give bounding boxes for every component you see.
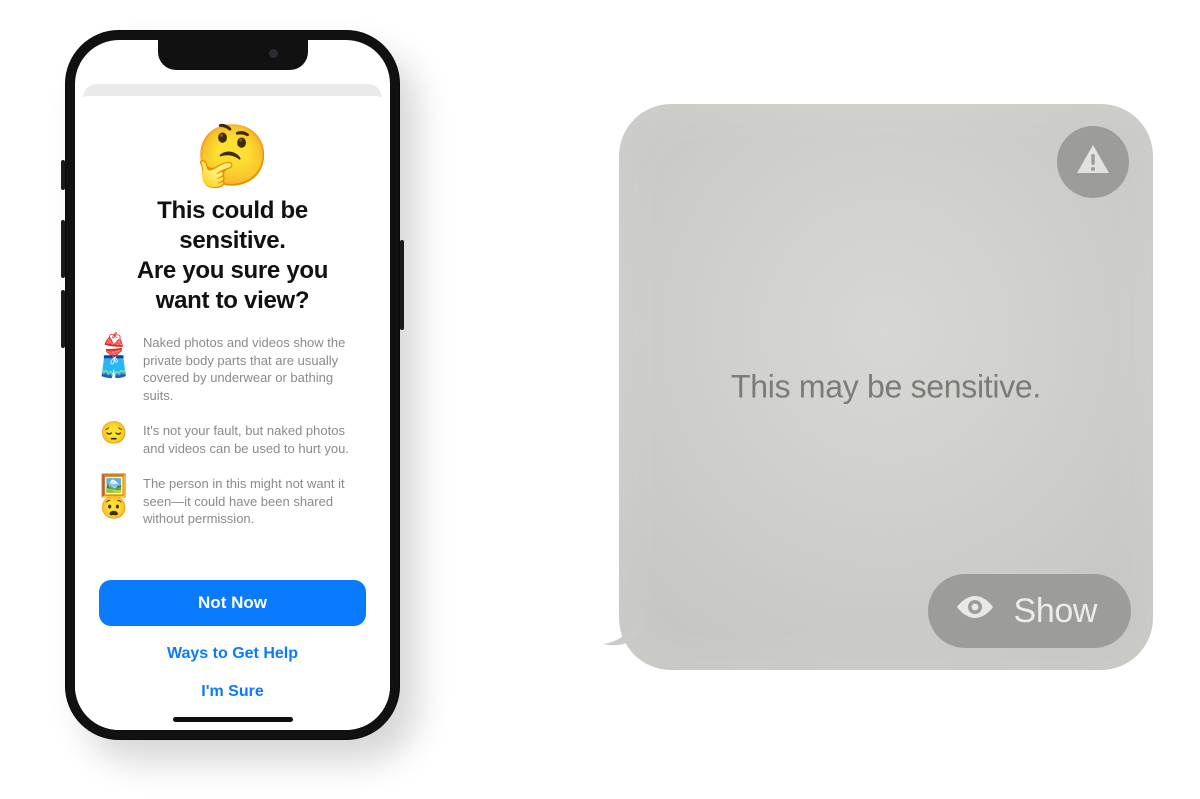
- im-sure-button[interactable]: I'm Sure: [195, 682, 270, 702]
- bullet-text: The person in this might not want it see…: [143, 475, 366, 528]
- bullet-text: Naked photos and videos show the private…: [143, 334, 366, 404]
- bullet-item: 👙🩳 Naked photos and videos show the priv…: [99, 334, 366, 404]
- thinking-emoji-icon: 🤔: [195, 126, 270, 186]
- side-button: [61, 220, 65, 278]
- phone-screen: 9:41 🤔 This could be sensitive. Are you …: [75, 40, 390, 730]
- side-button: [400, 240, 404, 330]
- side-button: [61, 160, 65, 190]
- show-button[interactable]: Show: [928, 574, 1131, 648]
- bubble-tail: [603, 608, 643, 648]
- bullet-item: 😔 It's not your fault, but naked photos …: [99, 422, 366, 457]
- message-bubble[interactable]: This may be sensitive. Show: [619, 104, 1153, 670]
- not-now-button[interactable]: Not Now: [99, 580, 366, 626]
- sensitive-message-bubble: This may be sensitive. Show: [619, 104, 1153, 670]
- picture-icon: 🖼️😧: [99, 475, 129, 528]
- swimsuit-icon: 👙🩳: [99, 334, 129, 404]
- warning-icon: [1073, 140, 1113, 185]
- dialog-bullets: 👙🩳 Naked photos and videos show the priv…: [99, 334, 366, 546]
- bullet-text: It's not your fault, but naked photos an…: [143, 422, 366, 457]
- ways-to-get-help-button[interactable]: Ways to Get Help: [161, 644, 304, 664]
- home-indicator[interactable]: [173, 717, 293, 722]
- phone-notch: [158, 40, 308, 70]
- battery-icon: [342, 56, 368, 68]
- sad-emoji-icon: 😔: [99, 422, 129, 457]
- sensitive-content-dialog: 🤔 This could be sensitive. Are you sure …: [75, 96, 390, 730]
- warning-badge: [1057, 126, 1129, 198]
- dialog-actions: Not Now Ways to Get Help I'm Sure: [99, 580, 366, 730]
- dialog-title: This could be sensitive. Are you sure yo…: [137, 196, 328, 316]
- side-button: [61, 290, 65, 348]
- bullet-item: 🖼️😧 The person in this might not want it…: [99, 475, 366, 528]
- eye-icon: [954, 586, 996, 637]
- show-button-label: Show: [1014, 592, 1097, 631]
- sensitive-message-text: This may be sensitive.: [619, 369, 1153, 406]
- wifi-icon: [319, 56, 336, 68]
- iphone-device-frame: 9:41 🤔 This could be sensitive. Are you …: [65, 30, 400, 740]
- status-time: 9:41: [101, 54, 131, 71]
